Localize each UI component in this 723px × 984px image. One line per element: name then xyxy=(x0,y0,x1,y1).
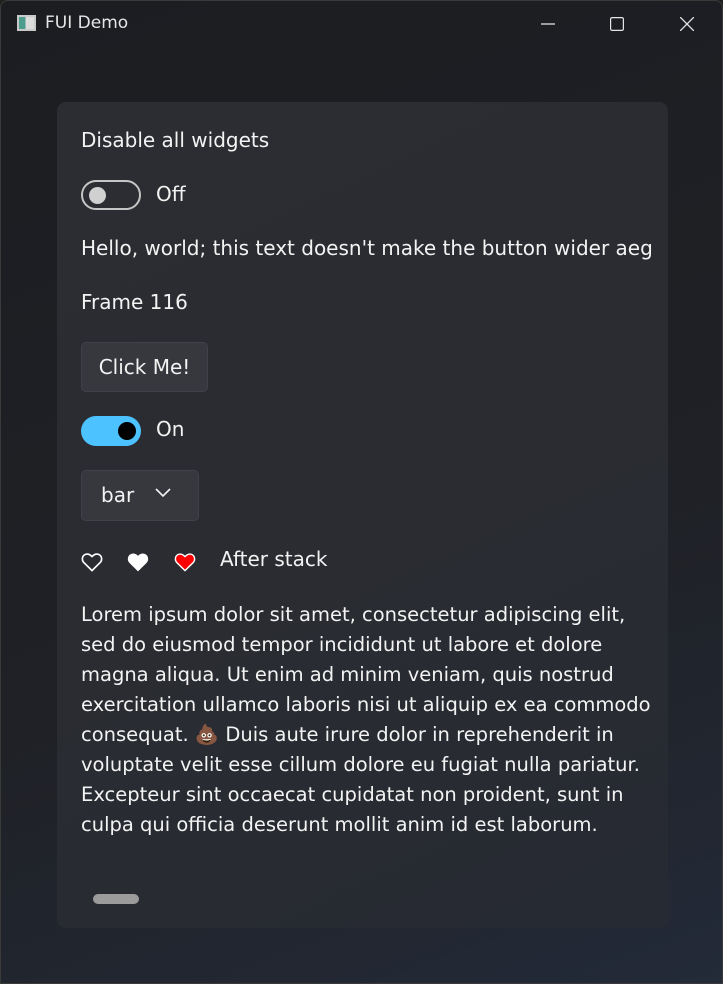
minimize-button[interactable] xyxy=(513,1,583,47)
lorem-paragraph: Lorem ipsum dolor sit amet, consectetur … xyxy=(81,603,651,836)
widget-panel: Disable all widgets Off Hello, world; th… xyxy=(57,102,668,928)
app-window: FUI Demo Disable all widgets Off Hello, … xyxy=(0,0,723,984)
toggle-knob xyxy=(118,422,136,440)
title-bar[interactable]: FUI Demo xyxy=(1,1,722,47)
combo-box[interactable]: bar xyxy=(81,470,199,521)
heart-filled-icon xyxy=(127,553,149,572)
app-icon xyxy=(17,15,36,31)
disable-all-toggle[interactable] xyxy=(81,180,141,210)
toggle-knob xyxy=(89,187,106,204)
minimize-icon xyxy=(541,23,555,25)
heart-red-icon xyxy=(174,553,196,572)
window-title: FUI Demo xyxy=(45,13,129,33)
frame-counter: Frame 116 xyxy=(81,290,188,314)
maximize-button[interactable] xyxy=(582,1,652,47)
on-toggle-state: On xyxy=(156,417,185,441)
on-toggle[interactable] xyxy=(81,416,141,446)
disable-all-label: Disable all widgets xyxy=(81,128,270,152)
chevron-down-icon xyxy=(155,488,171,498)
click-me-button[interactable]: Click Me! xyxy=(81,342,208,392)
combo-selected-value: bar xyxy=(101,483,135,507)
after-stack-label: After stack xyxy=(220,547,328,571)
heart-outline-icon xyxy=(81,553,103,572)
scroll-thumb[interactable] xyxy=(93,894,139,904)
close-button[interactable] xyxy=(652,1,722,47)
disable-toggle-state: Off xyxy=(156,182,186,206)
close-icon xyxy=(680,17,694,31)
maximize-icon xyxy=(610,17,624,31)
hello-text: Hello, world; this text doesn't make the… xyxy=(81,236,653,260)
